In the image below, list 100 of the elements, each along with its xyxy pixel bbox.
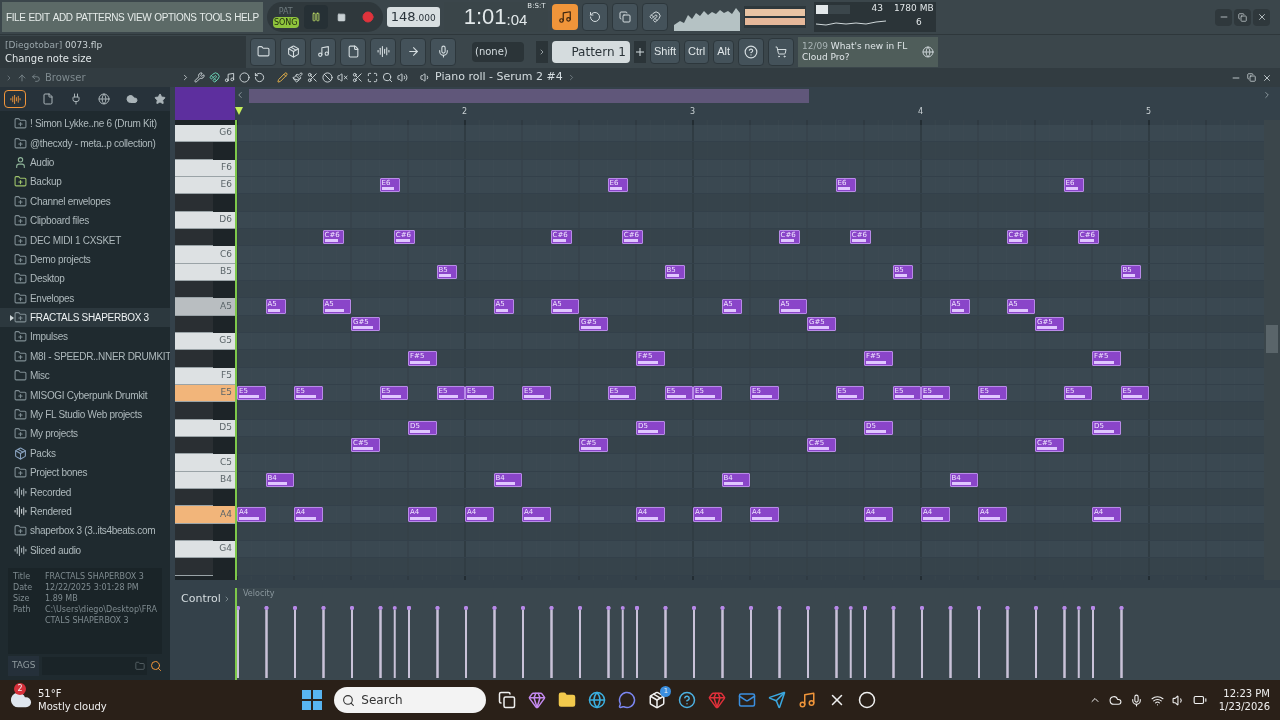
piano-key[interactable]: C6 bbox=[175, 246, 235, 264]
menu-item[interactable]: OPTIONS bbox=[154, 9, 197, 25]
close-button[interactable] bbox=[1253, 8, 1270, 26]
piano-key[interactable]: F5 bbox=[175, 367, 235, 385]
cart-button[interactable] bbox=[767, 37, 794, 66]
browser-item[interactable]: Impulses bbox=[0, 327, 170, 347]
cloud-icon[interactable] bbox=[126, 93, 138, 105]
browser-item[interactable]: Backup bbox=[0, 172, 170, 192]
app-icon[interactable] bbox=[858, 691, 877, 709]
browser-item[interactable]: My projects bbox=[0, 424, 170, 444]
select-icon[interactable] bbox=[367, 72, 378, 83]
piano-key[interactable]: G6 bbox=[175, 125, 235, 143]
folder-icon[interactable] bbox=[558, 691, 577, 709]
speaker-icon[interactable] bbox=[397, 72, 408, 83]
music-app-icon[interactable] bbox=[798, 691, 817, 709]
help-icon[interactable] bbox=[678, 691, 697, 709]
browser-item[interactable]: Recorded bbox=[0, 482, 170, 502]
modifier-key-button[interactable]: Shift bbox=[650, 39, 680, 64]
search-icon[interactable] bbox=[150, 660, 162, 672]
undo-icon[interactable] bbox=[254, 72, 265, 83]
browser-item[interactable]: Channel envelopes bbox=[0, 191, 170, 211]
mute-icon[interactable] bbox=[337, 72, 348, 83]
scroll-right-icon[interactable] bbox=[1262, 90, 1272, 100]
note-icon[interactable] bbox=[224, 72, 235, 83]
send-icon[interactable] bbox=[768, 691, 787, 709]
menu-item[interactable]: EDIT bbox=[28, 9, 50, 25]
up-arrow-icon[interactable] bbox=[17, 72, 27, 83]
file-icon[interactable] bbox=[42, 93, 54, 105]
magnet-icon[interactable] bbox=[209, 72, 220, 83]
modifier-key-button[interactable]: Alt bbox=[713, 39, 734, 64]
minimize-button[interactable] bbox=[1215, 8, 1232, 26]
browser-item[interactable]: shaperbox 3 (3..its4beats.com bbox=[0, 521, 170, 541]
piano-key[interactable]: F6 bbox=[175, 159, 235, 177]
zoom-icon[interactable] bbox=[382, 72, 393, 83]
task-view-icon[interactable] bbox=[498, 691, 517, 709]
browser-item[interactable]: @thecxdy - meta..p collection) bbox=[0, 133, 170, 153]
sharp-piano-key[interactable] bbox=[175, 402, 213, 420]
diamond-icon[interactable] bbox=[708, 691, 727, 709]
sharp-piano-key[interactable] bbox=[175, 194, 213, 212]
browser-item[interactable]: Rendered bbox=[0, 501, 170, 522]
browser-item[interactable]: My FL Studio Web projects bbox=[0, 404, 170, 425]
brush-icon[interactable] bbox=[292, 72, 303, 83]
piano-key[interactable]: G4 bbox=[175, 540, 235, 559]
browser-item[interactable]: Envelopes bbox=[0, 288, 170, 308]
pencil-icon[interactable] bbox=[277, 72, 288, 83]
battery-icon[interactable] bbox=[1192, 693, 1207, 707]
wifi-icon[interactable] bbox=[1150, 693, 1164, 707]
delete-icon[interactable] bbox=[322, 72, 333, 83]
speaker-icon[interactable] bbox=[420, 72, 431, 83]
arrow-button[interactable] bbox=[400, 37, 426, 66]
globe-icon[interactable] bbox=[98, 93, 110, 105]
pause-button[interactable] bbox=[303, 5, 328, 29]
browser-item[interactable]: Desktop bbox=[0, 269, 170, 289]
vertical-scrollbar[interactable] bbox=[1266, 325, 1278, 353]
browser-item[interactable]: Clipboard files bbox=[0, 210, 170, 231]
store-icon[interactable] bbox=[648, 691, 667, 709]
piano-key[interactable]: C5 bbox=[175, 454, 235, 472]
piano-key[interactable]: D6 bbox=[175, 211, 235, 229]
browser-item[interactable]: FRACTALS SHAPERBOX 3 bbox=[0, 307, 170, 328]
chat-icon[interactable] bbox=[618, 691, 637, 709]
piano-key[interactable]: A5 bbox=[175, 298, 235, 316]
menu-item[interactable]: TOOLS bbox=[199, 9, 232, 25]
restore-icon[interactable] bbox=[1247, 72, 1256, 82]
menu-item[interactable]: VIEW bbox=[127, 9, 152, 25]
search-field[interactable]: Search bbox=[334, 687, 487, 713]
pattern-selector[interactable]: Pattern 1 bbox=[552, 40, 630, 63]
browser-item[interactable]: ! Simon Lykke..ne 6 (Drum Kit) bbox=[0, 114, 170, 134]
browser-item[interactable]: Demo projects bbox=[0, 249, 170, 270]
all-tab[interactable] bbox=[4, 90, 26, 108]
piano-key[interactable]: D5 bbox=[175, 419, 235, 437]
close-icon[interactable] bbox=[1262, 72, 1272, 83]
windows-logo-icon[interactable] bbox=[302, 690, 323, 710]
volume-icon[interactable] bbox=[1171, 693, 1185, 707]
channel-dropdown[interactable]: (none) bbox=[472, 41, 524, 62]
mail-icon[interactable] bbox=[738, 691, 757, 709]
restore-button[interactable] bbox=[1234, 8, 1251, 26]
plugin-icon[interactable] bbox=[70, 93, 82, 105]
scroll-left-icon[interactable] bbox=[235, 90, 245, 100]
help-button[interactable] bbox=[737, 37, 764, 66]
playhead-marker-icon[interactable] bbox=[235, 107, 243, 115]
menu-item[interactable]: FILE bbox=[6, 9, 26, 25]
cloud-icon[interactable] bbox=[1108, 693, 1122, 707]
add-pattern-button[interactable] bbox=[634, 40, 646, 63]
menu-item[interactable]: ADD bbox=[52, 9, 73, 25]
browser-item[interactable]: Sliced audio bbox=[0, 540, 170, 560]
menu-item[interactable]: HELP bbox=[234, 9, 259, 25]
menu-item[interactable]: PATTERNS bbox=[75, 9, 125, 25]
piano-key[interactable]: A4 bbox=[175, 506, 235, 524]
microphone-button[interactable] bbox=[430, 37, 456, 66]
control-label[interactable]: Control bbox=[181, 591, 221, 608]
browser-item[interactable]: Audio bbox=[0, 152, 170, 173]
wrench-icon[interactable] bbox=[194, 72, 205, 83]
browser-item[interactable]: Project bones bbox=[0, 463, 170, 483]
sharp-piano-key[interactable] bbox=[175, 142, 213, 160]
browser-item[interactable]: MISOGI Cyberpunk Drumkit bbox=[0, 385, 170, 405]
scissors-icon[interactable] bbox=[307, 72, 318, 83]
browser-item[interactable]: DEC MIDI 1 CXSKET bbox=[0, 230, 170, 250]
tempo-display[interactable]: 148.000 bbox=[386, 7, 440, 27]
sharp-piano-key[interactable] bbox=[175, 558, 213, 576]
sharp-piano-key[interactable] bbox=[175, 350, 213, 368]
